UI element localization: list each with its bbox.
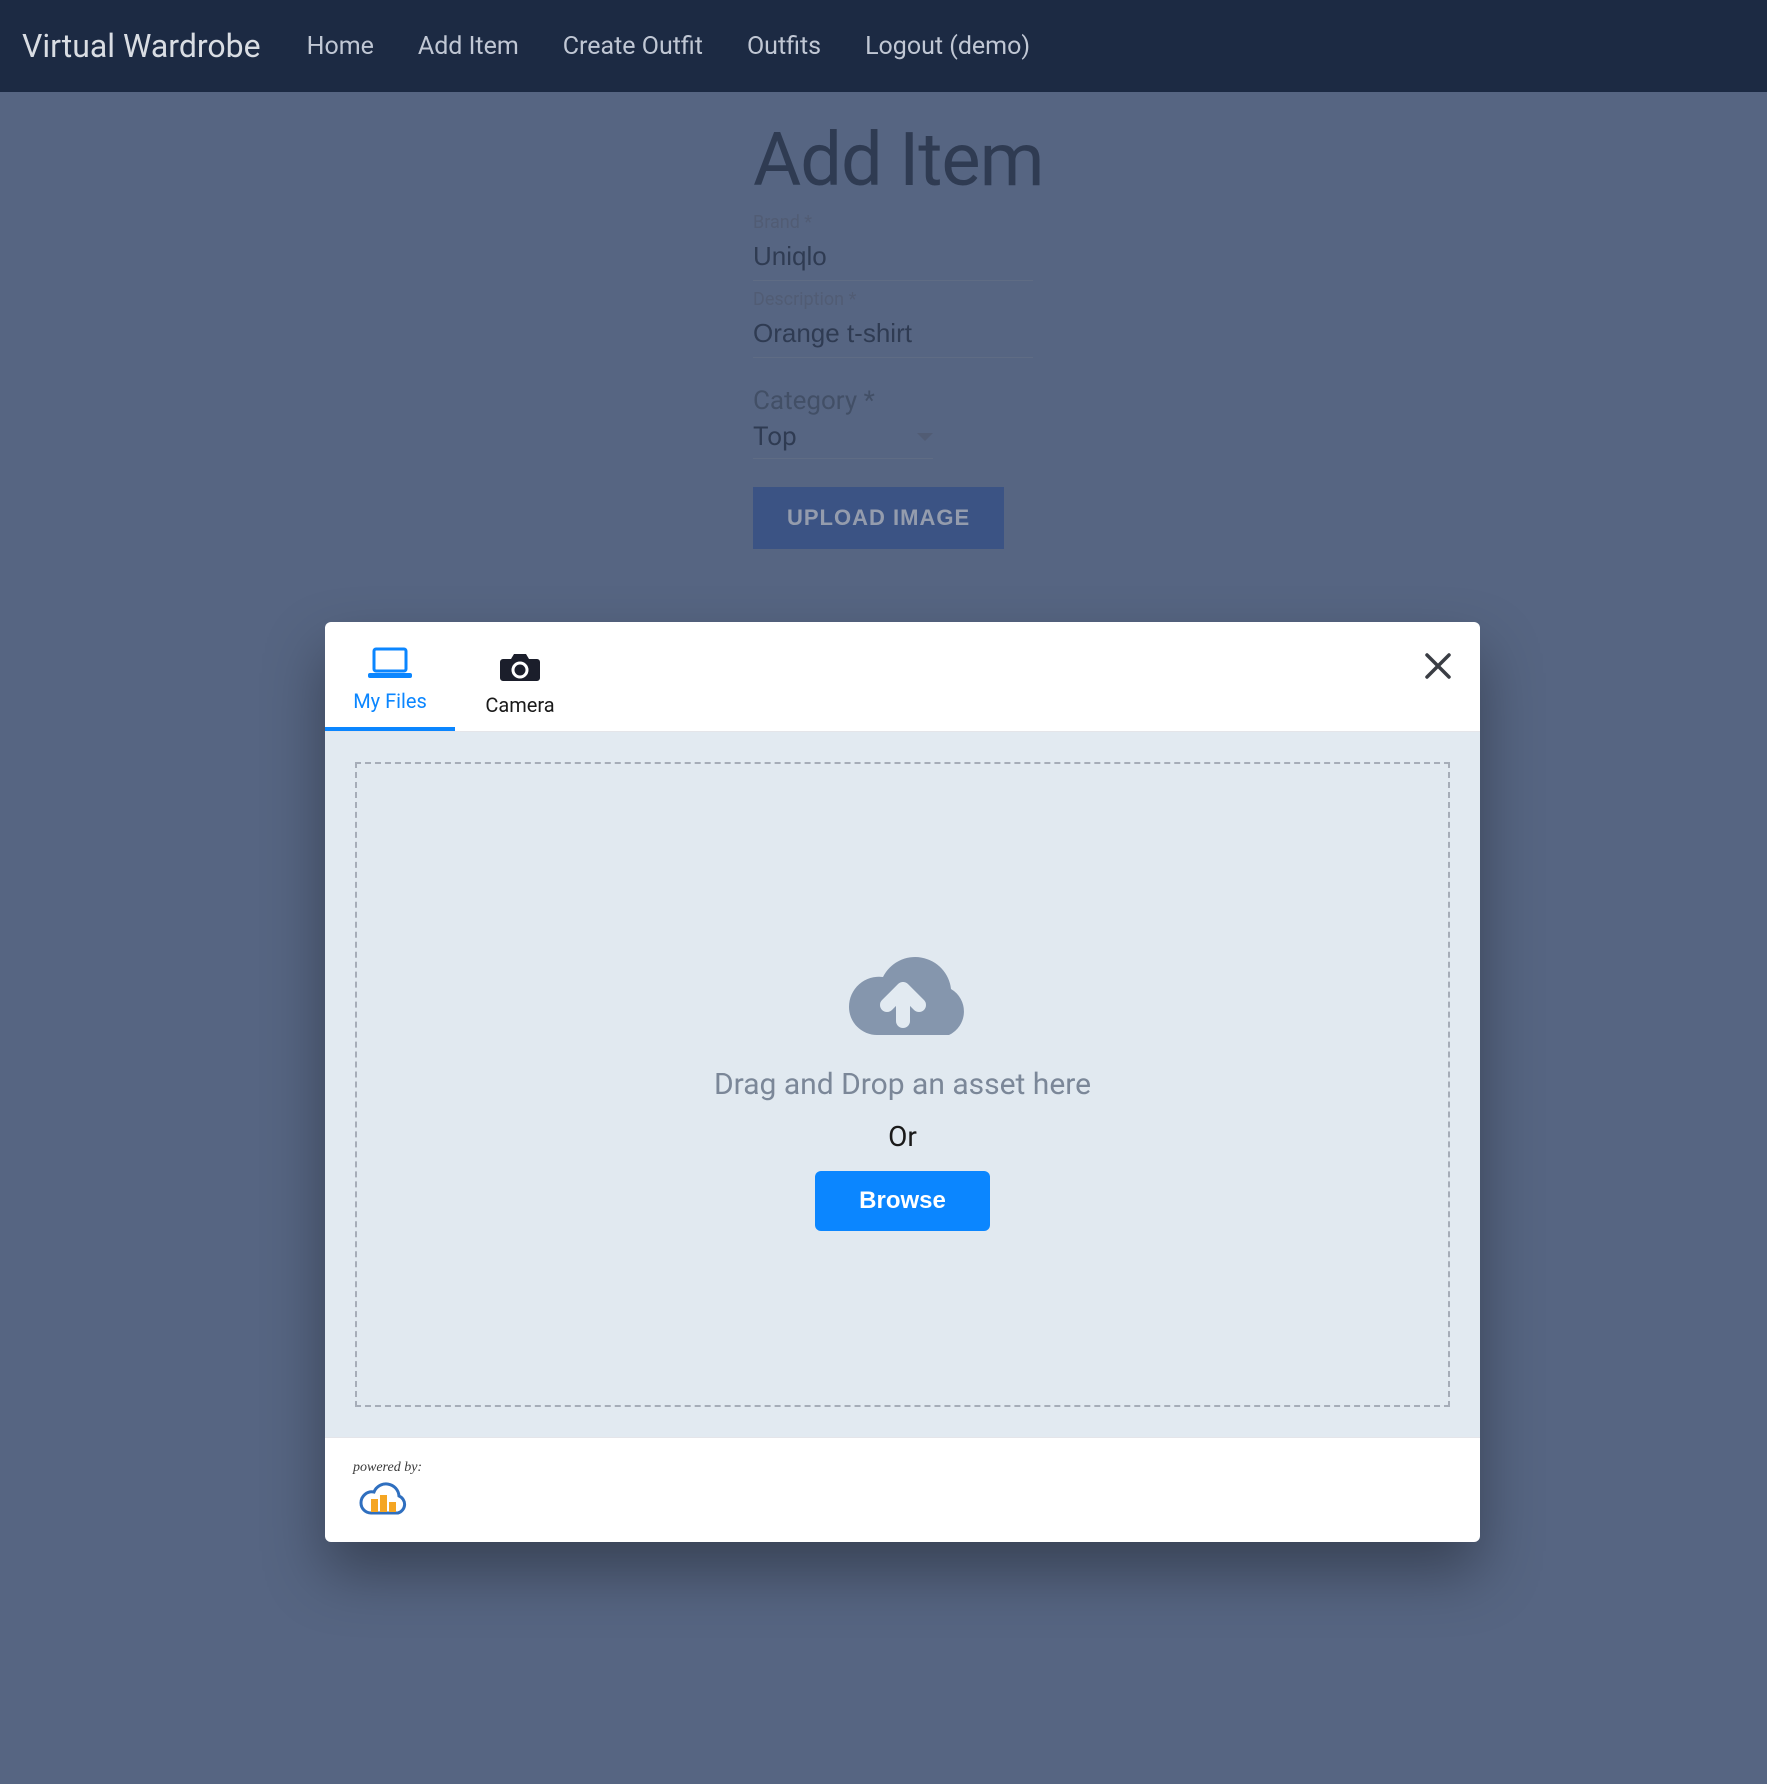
camera-icon <box>499 651 541 683</box>
powered-by: powered by: <box>353 1460 422 1520</box>
modal-body: Drag and Drop an asset here Or Browse <box>325 732 1480 1437</box>
powered-by-label: powered by: <box>353 1460 422 1476</box>
navbar: Virtual Wardrobe Home Add Item Create Ou… <box>0 0 1767 92</box>
tab-camera[interactable]: Camera <box>455 651 585 731</box>
cloud-upload-icon <box>823 939 983 1049</box>
tab-camera-label: Camera <box>455 693 585 717</box>
nav-link-outfits[interactable]: Outfits <box>747 32 821 61</box>
laptop-icon <box>368 647 412 679</box>
dropzone[interactable]: Drag and Drop an asset here Or Browse <box>355 762 1450 1407</box>
nav-link-home[interactable]: Home <box>307 32 374 61</box>
app-brand[interactable]: Virtual Wardrobe <box>22 27 261 65</box>
nav-link-logout[interactable]: Logout (demo) <box>865 32 1030 61</box>
nav-links: Home Add Item Create Outfit Outfits Logo… <box>307 32 1030 61</box>
nav-link-add-item[interactable]: Add Item <box>418 32 519 61</box>
cloudinary-logo-icon <box>353 1480 413 1516</box>
drop-text: Drag and Drop an asset here <box>714 1067 1091 1102</box>
nav-link-create-outfit[interactable]: Create Outfit <box>563 32 703 61</box>
tab-my-files[interactable]: My Files <box>325 647 455 731</box>
close-icon <box>1422 650 1454 682</box>
modal-tabs: My Files Camera <box>325 622 1480 732</box>
browse-button[interactable]: Browse <box>815 1171 990 1231</box>
close-button[interactable] <box>1422 650 1454 686</box>
modal-footer: powered by: <box>325 1437 1480 1542</box>
tab-my-files-label: My Files <box>325 689 455 713</box>
page-body: Add Item Brand * Description * Category … <box>0 92 1767 1784</box>
or-text: Or <box>888 1120 917 1153</box>
upload-modal: My Files Camera <box>325 622 1480 1542</box>
